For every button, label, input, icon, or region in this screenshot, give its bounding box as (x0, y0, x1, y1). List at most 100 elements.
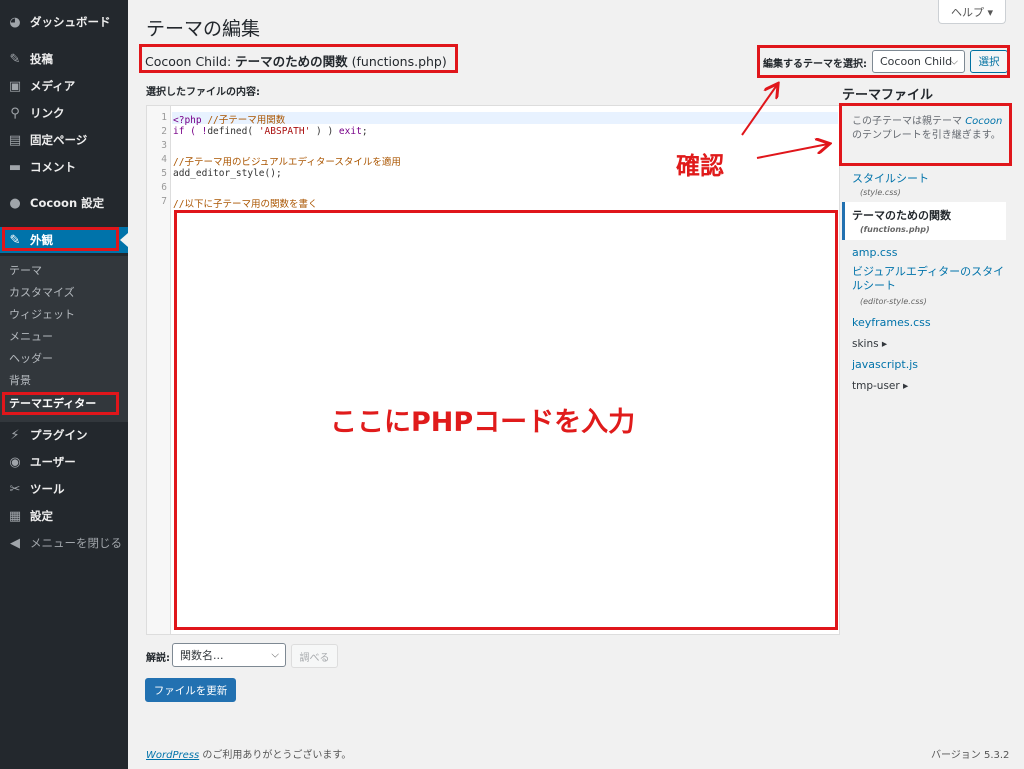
theme-dir-tmp-user[interactable]: tmp-user ▸ (852, 380, 908, 392)
page-icon: ▤ (8, 132, 22, 148)
tools-icon: ✂ (9, 481, 21, 497)
theme-file-sub: (style.css) (860, 188, 901, 197)
menu-label: ダッシュボード (30, 15, 111, 29)
doc-label: 解説: (146, 653, 170, 664)
lookup-button[interactable]: 調べる (291, 644, 338, 668)
theme-files-title: テーマファイル (842, 88, 934, 103)
footer-thanks-text: のご利用ありがとうございます。 (199, 750, 352, 761)
theme-file-stylesheet[interactable]: スタイルシート (style.css) (852, 170, 929, 197)
theme-file-label: ビジュアルエディターのスタイルシート (852, 265, 1005, 292)
annotation-box-file-heading (139, 44, 458, 73)
menu-dashboard[interactable]: ◕ ダッシュボード (0, 9, 128, 35)
submenu-background[interactable]: 背景 (9, 370, 31, 390)
menu-label: プラグイン (30, 428, 88, 442)
footer-thanks: WordPress のご利用ありがとうございます。 (146, 746, 351, 761)
page-title: テーマの編集 (146, 18, 261, 40)
code-token: ; (361, 126, 368, 137)
code-token: <?php (173, 115, 208, 126)
line-number: 6 (161, 182, 167, 193)
settings-icon: ▦ (8, 508, 22, 524)
current-menu-arrow (120, 233, 128, 247)
code-token: ( (247, 126, 259, 137)
submenu-header[interactable]: ヘッダー (9, 348, 53, 368)
line-number: 5 (161, 168, 167, 179)
theme-file-sub: (functions.php) (860, 225, 930, 234)
annotation-input-here: ここにPHPコードを入力 (330, 407, 636, 438)
code-line-5: add_editor_style(); (173, 168, 282, 179)
theme-file-label: テーマのための関数 (852, 209, 951, 222)
comment-icon: ▬ (8, 159, 22, 175)
line-number: 4 (161, 154, 167, 165)
menu-label: メニューを閉じる (30, 536, 122, 550)
code-token: //子テーマ用関数 (207, 115, 286, 126)
menu-collapse[interactable]: ◀ メニューを閉じる (0, 530, 128, 556)
code-line-1: <?php //子テーマ用関数 (173, 112, 285, 126)
code-token: defined (207, 126, 248, 137)
wordpress-link[interactable]: WordPress (146, 750, 199, 761)
menu-label: コメント (30, 160, 76, 174)
code-token: ) ) (310, 126, 339, 137)
submenu-menus[interactable]: メニュー (9, 326, 53, 346)
submenu-customize[interactable]: カスタマイズ (9, 282, 75, 302)
line-number: 7 (161, 196, 167, 207)
collapse-icon: ◀ (10, 535, 20, 551)
admin-sidebar: ◕ ダッシュボード ✎ 投稿 ▣ メディア ⚲ リンク ▤ 固定ページ ▬ コメ… (0, 0, 128, 769)
code-line-4: //子テーマ用のビジュアルエディタースタイルを適用 (173, 157, 401, 168)
line-number: 1 (161, 112, 167, 123)
theme-dir-skins[interactable]: skins ▸ (852, 338, 887, 350)
menu-plugins[interactable]: ⚡ プラグイン (0, 422, 128, 448)
annotation-box-appearance (2, 227, 119, 251)
help-button[interactable]: ヘルプ ▾ (938, 0, 1006, 24)
theme-file-javascript[interactable]: javascript.js (852, 358, 918, 371)
link-icon: ⚲ (10, 105, 20, 121)
line-gutter: 1 2 3 4 5 6 7 (147, 106, 171, 634)
content-label: 選択したファイルの内容: (146, 87, 260, 98)
line-number: 3 (161, 140, 167, 151)
theme-file-functions[interactable]: テーマのための関数 (functions.php) (852, 207, 951, 234)
annotation-box-theme-select (757, 45, 1010, 78)
code-line-7: //以下に子テーマ用の関数を書く (173, 199, 318, 210)
function-select-value: 関数名... (180, 649, 224, 662)
user-icon: ◉ (9, 454, 21, 470)
update-file-button[interactable]: ファイルを更新 (145, 678, 236, 702)
theme-file-keyframes[interactable]: keyframes.css (852, 316, 931, 329)
menu-cocoon-settings[interactable]: ● Cocoon 設定 (0, 190, 128, 216)
circle-icon: ● (9, 195, 21, 211)
footer-version: バージョン 5.3.2 (931, 750, 1010, 761)
code-token: 'ABSPATH' (258, 126, 311, 137)
annotation-box-theme-desc (839, 103, 1012, 166)
pin-icon: ✎ (9, 51, 21, 67)
menu-label: リンク (30, 106, 65, 120)
menu-links[interactable]: ⚲ リンク (0, 100, 128, 126)
theme-file-editor-style[interactable]: ビジュアルエディターのスタイルシート (editor-style.css) (852, 265, 1012, 309)
menu-label: ユーザー (30, 455, 76, 469)
chevron-down-icon: ⌵ (271, 649, 279, 661)
menu-label: Cocoon 設定 (30, 196, 105, 210)
line-number: 2 (161, 126, 167, 137)
theme-file-sub: (editor-style.css) (860, 297, 927, 306)
theme-file-label: スタイルシート (852, 172, 929, 185)
menu-pages[interactable]: ▤ 固定ページ (0, 127, 128, 153)
code-line-2: if ( !defined( 'ABSPATH' ) ) exit; (173, 126, 368, 137)
plugin-icon: ⚡ (10, 427, 20, 443)
menu-tools[interactable]: ✂ ツール (0, 476, 128, 502)
menu-label: 固定ページ (30, 133, 88, 147)
annotation-box-theme-editor (2, 392, 119, 415)
menu-label: 投稿 (30, 52, 53, 66)
menu-settings[interactable]: ▦ 設定 (0, 503, 128, 529)
annotation-confirm: 確認 (676, 152, 724, 180)
dashboard-icon: ◕ (9, 14, 21, 30)
media-icon: ▣ (8, 78, 22, 94)
menu-comments[interactable]: ▬ コメント (0, 154, 128, 180)
theme-file-amp[interactable]: amp.css (852, 246, 897, 259)
submenu-themes[interactable]: テーマ (9, 260, 42, 280)
submenu-widgets[interactable]: ウィジェット (9, 304, 75, 324)
code-token: exit (338, 126, 362, 137)
menu-label: メディア (30, 79, 76, 93)
menu-label: 設定 (30, 509, 53, 523)
function-select[interactable]: 関数名... ⌵ (172, 643, 286, 667)
menu-posts[interactable]: ✎ 投稿 (0, 46, 128, 72)
menu-media[interactable]: ▣ メディア (0, 73, 128, 99)
menu-label: ツール (30, 482, 65, 496)
menu-users[interactable]: ◉ ユーザー (0, 449, 128, 475)
